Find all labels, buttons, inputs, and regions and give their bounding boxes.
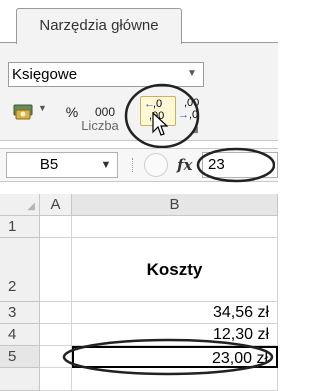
chevron-down-icon[interactable]: ▼: [183, 64, 201, 84]
select-all-corner[interactable]: ◢: [0, 194, 40, 216]
cell-b2[interactable]: Koszty: [72, 238, 278, 302]
chevron-down-icon[interactable]: ▼: [96, 152, 116, 178]
formula-highlight-circle: [196, 147, 275, 183]
column-header-b[interactable]: B: [72, 194, 278, 216]
cell-a1[interactable]: [40, 216, 72, 238]
cancel-icon[interactable]: [144, 153, 168, 177]
cell-a2[interactable]: [40, 238, 72, 302]
tab-home[interactable]: Narzędzia główne: [16, 8, 182, 44]
accounting-format-button[interactable]: ▼: [10, 99, 48, 125]
cell-a6[interactable]: [40, 368, 72, 391]
row-header[interactable]: [0, 368, 40, 391]
formula-separator: [132, 158, 138, 172]
row-header[interactable]: 3: [0, 302, 40, 324]
tab-divider-left: [0, 42, 16, 43]
column-header-a[interactable]: A: [40, 194, 72, 216]
cell-b3[interactable]: 34,56 zł: [72, 302, 278, 324]
row-header[interactable]: 4: [0, 324, 40, 346]
currency-icon: [13, 104, 33, 120]
cell-b6[interactable]: [72, 368, 278, 391]
row-header[interactable]: 5: [0, 346, 40, 368]
row-header[interactable]: 1: [0, 216, 40, 238]
mouse-cursor-icon: [152, 112, 168, 136]
triangle-icon: ◢: [27, 201, 35, 212]
chevron-down-icon: ▼: [38, 103, 47, 113]
cell-b1[interactable]: [72, 216, 278, 238]
tab-divider-right: [182, 42, 278, 43]
row-header[interactable]: 2: [0, 238, 40, 302]
cell-a3[interactable]: [40, 302, 72, 324]
